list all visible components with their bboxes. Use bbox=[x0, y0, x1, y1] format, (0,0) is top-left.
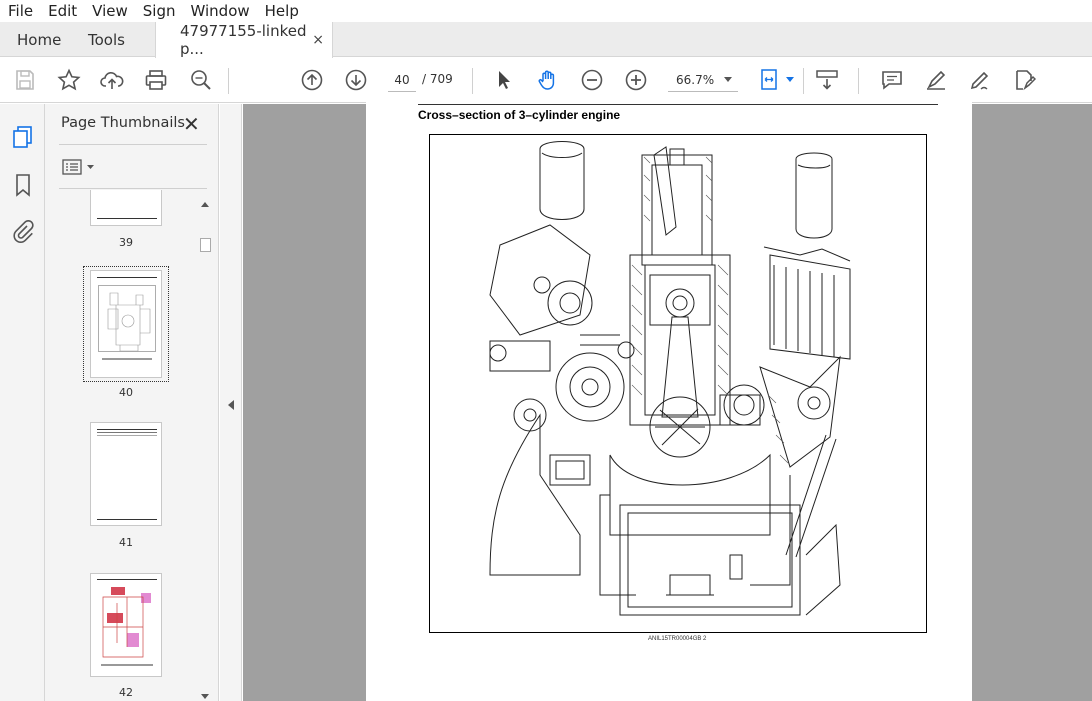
header-rule bbox=[418, 104, 938, 105]
menu-window[interactable]: Window bbox=[191, 2, 250, 20]
toolbar-separator bbox=[228, 68, 229, 94]
toolbar: 40 / 709 66.7% bbox=[0, 58, 1092, 103]
tab-bar: Home Tools 47977155-linked p... × bbox=[0, 22, 1092, 58]
engine-line-drawing bbox=[489, 141, 851, 616]
sign-icon[interactable] bbox=[968, 68, 992, 92]
navigation-rail bbox=[0, 104, 45, 701]
menu-edit[interactable]: Edit bbox=[48, 2, 77, 20]
print-icon[interactable] bbox=[144, 68, 168, 92]
panel-collapse-strip[interactable] bbox=[220, 104, 242, 701]
thumbnail-label-39: 39 bbox=[119, 236, 133, 249]
toolbar-separator bbox=[472, 68, 473, 94]
thumbnail-panel: Page Thumbnails ✕ 39 40 41 42 bbox=[45, 104, 219, 701]
page-thumbnails-icon[interactable] bbox=[10, 124, 36, 150]
comment-icon[interactable] bbox=[880, 68, 904, 92]
divider bbox=[59, 188, 207, 189]
menu-bar: File Edit View Sign Window Help bbox=[0, 0, 1092, 22]
chevron-down-icon bbox=[724, 77, 732, 82]
tab-document-label: 47977155-linked p... bbox=[180, 22, 307, 58]
thumbnail-page-42[interactable] bbox=[90, 573, 162, 677]
zoom-out-icon[interactable] bbox=[580, 68, 604, 92]
attachment-icon[interactable] bbox=[10, 218, 36, 244]
menu-help[interactable]: Help bbox=[265, 2, 299, 20]
page-number-input[interactable]: 40 bbox=[388, 68, 416, 92]
fit-page-icon[interactable] bbox=[758, 68, 782, 92]
thumbnail-page-40[interactable] bbox=[90, 270, 162, 378]
thumbnail-label-40: 40 bbox=[119, 386, 133, 399]
fit-page-dropdown-icon[interactable] bbox=[786, 77, 794, 82]
bookmark-icon[interactable] bbox=[10, 172, 36, 198]
toolbar-separator bbox=[858, 68, 859, 94]
page-down-icon[interactable] bbox=[344, 68, 368, 92]
thumbnail-color-diagram bbox=[101, 587, 153, 666]
tab-document[interactable]: 47977155-linked p... × bbox=[155, 22, 333, 58]
thumbnail-engine-drawing bbox=[98, 285, 156, 360]
star-icon[interactable] bbox=[57, 68, 81, 92]
scroll-up-icon[interactable] bbox=[201, 202, 209, 207]
page-total: / 709 bbox=[422, 72, 453, 86]
thumbnail-label-42: 42 bbox=[119, 686, 133, 699]
menu-view[interactable]: View bbox=[92, 2, 128, 20]
scrollbar-thumb[interactable] bbox=[200, 238, 211, 252]
pdf-page: Cross–section of 3–cylinder engine ANIL1… bbox=[366, 102, 972, 701]
thumbnail-page-41[interactable] bbox=[90, 422, 162, 526]
zoom-value: 66.7% bbox=[676, 72, 715, 87]
collapse-arrow-icon[interactable] bbox=[228, 400, 234, 410]
find-icon[interactable] bbox=[189, 68, 213, 92]
close-icon[interactable]: ✕ bbox=[183, 112, 200, 136]
scroll-down-icon[interactable] bbox=[201, 694, 209, 699]
engine-cross-section-figure bbox=[429, 134, 927, 633]
menu-file[interactable]: File bbox=[8, 2, 33, 20]
select-icon[interactable] bbox=[492, 68, 516, 92]
toolbar-separator bbox=[803, 68, 804, 94]
tab-home[interactable]: Home bbox=[17, 22, 61, 57]
scroll-mode-icon[interactable] bbox=[815, 68, 839, 92]
thumbnail-page-39[interactable] bbox=[90, 190, 162, 226]
thumbnail-scrollbar[interactable] bbox=[198, 198, 212, 701]
thumbnail-options-button[interactable] bbox=[62, 159, 98, 175]
zoom-select[interactable]: 66.7% bbox=[668, 68, 738, 92]
upload-icon[interactable] bbox=[100, 68, 124, 92]
save-icon[interactable] bbox=[13, 68, 37, 92]
divider bbox=[59, 144, 207, 145]
page-heading: Cross–section of 3–cylinder engine bbox=[418, 108, 621, 122]
page-up-icon[interactable] bbox=[300, 68, 324, 92]
tab-tools[interactable]: Tools bbox=[88, 22, 125, 57]
tab-close-icon[interactable]: × bbox=[312, 32, 324, 48]
thumbnail-list: 39 40 41 42 bbox=[45, 190, 197, 701]
thumbnail-label-41: 41 bbox=[119, 536, 133, 549]
document-area[interactable]: Cross–section of 3–cylinder engine ANIL1… bbox=[243, 102, 1092, 701]
highlight-icon[interactable] bbox=[924, 68, 948, 92]
menu-sign[interactable]: Sign bbox=[143, 2, 176, 20]
fill-sign-icon[interactable] bbox=[1012, 68, 1036, 92]
zoom-in-icon[interactable] bbox=[624, 68, 648, 92]
hand-icon[interactable] bbox=[536, 68, 560, 92]
figure-caption: ANIL15TR00004GB 2 bbox=[648, 636, 707, 642]
panel-title: Page Thumbnails bbox=[61, 115, 185, 131]
